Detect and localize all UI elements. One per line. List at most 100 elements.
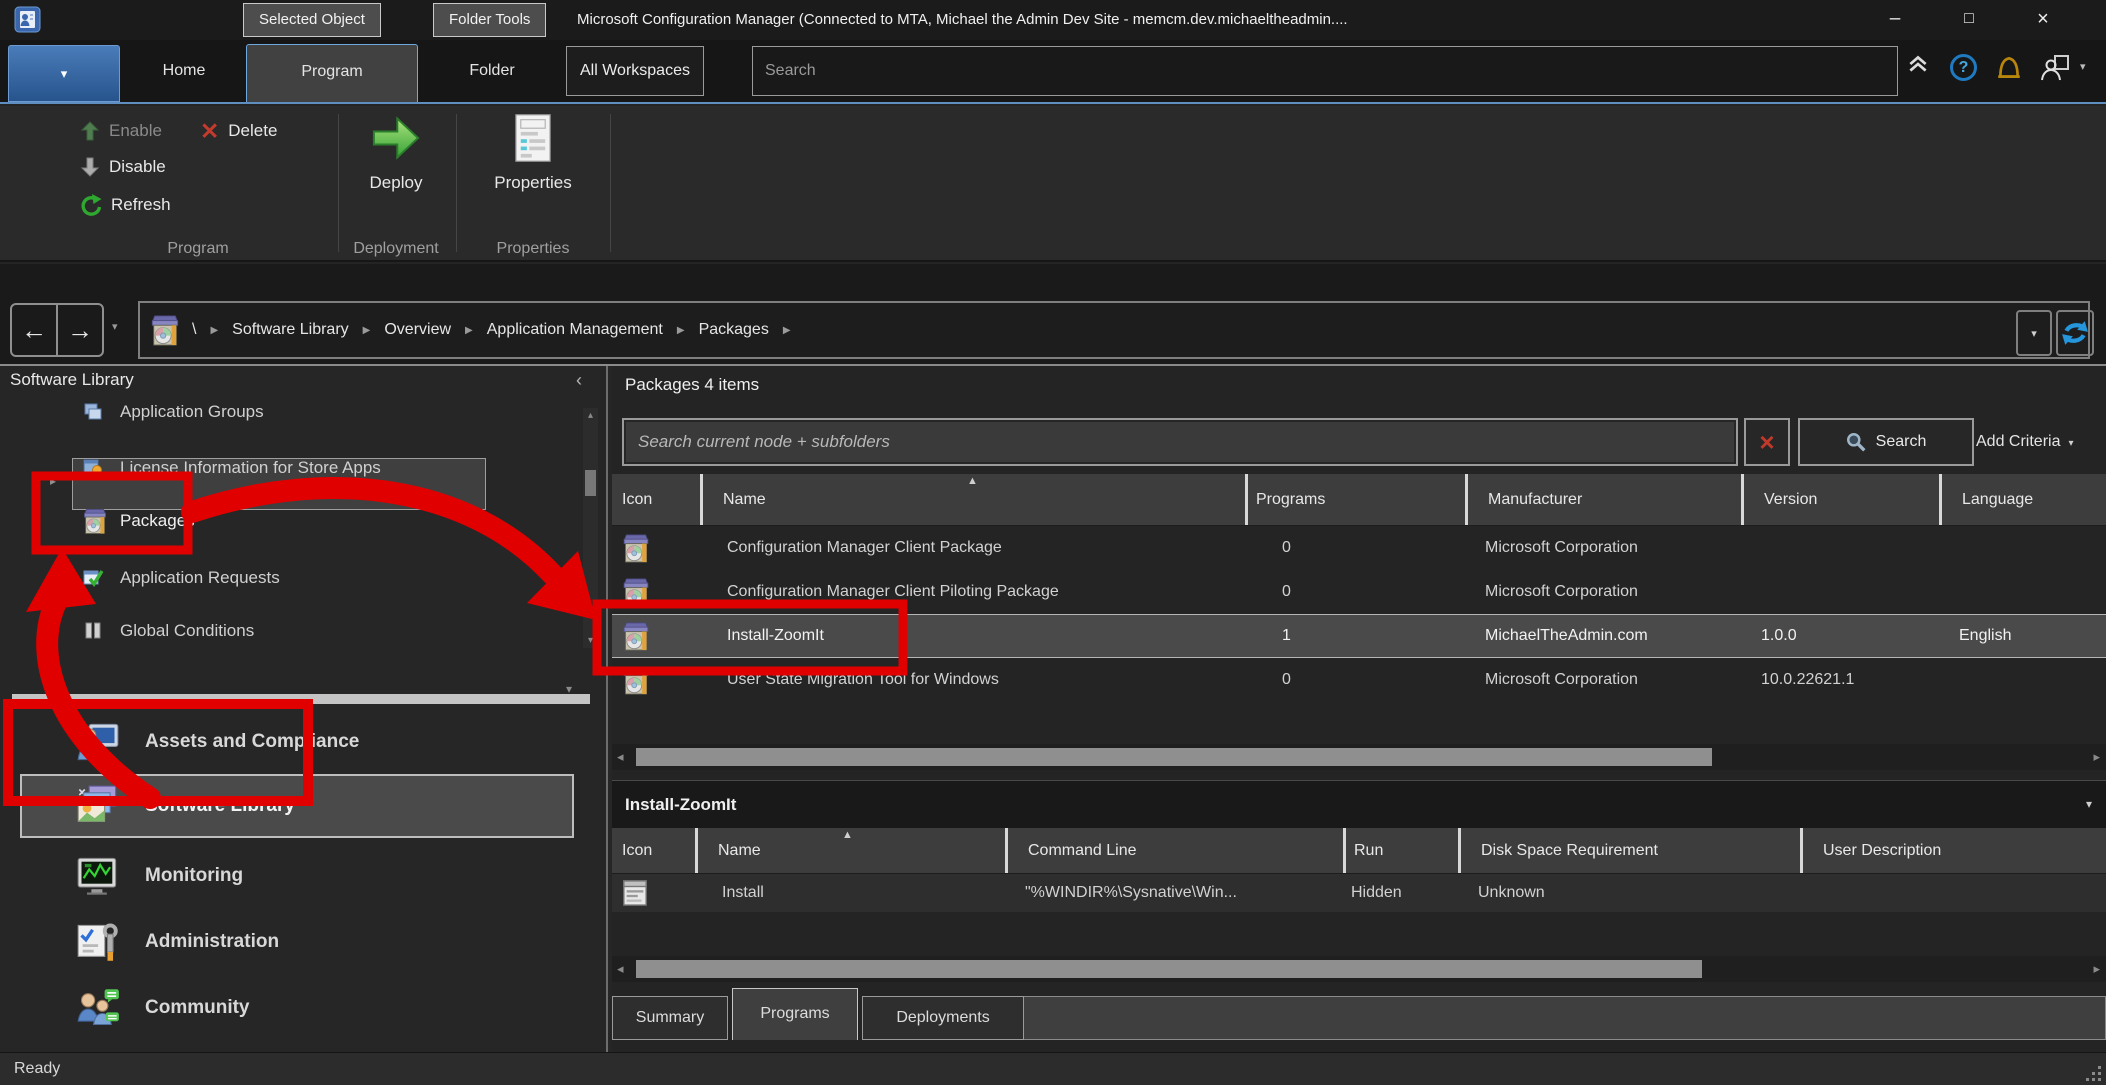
tab-program[interactable]: Program bbox=[246, 44, 418, 102]
package-icon bbox=[82, 507, 108, 535]
close-button[interactable]: × bbox=[2014, 0, 2072, 40]
scroll-up-icon[interactable]: ▴ bbox=[583, 410, 598, 421]
sidebar-panel-title: Software Library bbox=[10, 370, 134, 390]
table-row-selected[interactable]: Install-ZoomIt 1 MichaelTheAdmin.com 1.0… bbox=[612, 614, 2106, 658]
column-header-language[interactable]: Language bbox=[1939, 474, 2106, 525]
tree-item-application-requests[interactable]: Application Requests bbox=[0, 554, 580, 601]
scroll-right-icon[interactable]: ▸ bbox=[2093, 744, 2100, 770]
tree-item-application-groups[interactable]: Application Groups bbox=[0, 402, 580, 435]
red-x-icon: ✕ bbox=[200, 120, 219, 142]
refresh-button[interactable]: Refresh bbox=[78, 190, 171, 220]
sort-ascending-icon[interactable]: ▲ bbox=[967, 475, 978, 487]
column-header-run[interactable]: Run bbox=[1343, 828, 1458, 873]
scroll-left-icon[interactable]: ◂ bbox=[617, 956, 624, 982]
breadcrumb-separator-icon[interactable]: ▶ bbox=[363, 325, 371, 336]
app-menu-button[interactable]: ▾ bbox=[8, 45, 120, 102]
program-row[interactable]: Install "%WINDIR%\Sysnative\Win... Hidde… bbox=[612, 874, 2106, 912]
history-dropdown-icon[interactable]: ▾ bbox=[112, 320, 118, 333]
nav-item-community[interactable]: Community bbox=[0, 978, 600, 1038]
scrollbar-thumb[interactable] bbox=[636, 748, 1712, 766]
app-icon bbox=[14, 6, 41, 33]
refresh-node-button[interactable] bbox=[2056, 310, 2094, 356]
context-tab-selected-object[interactable]: Selected Object bbox=[243, 3, 381, 37]
scroll-down-icon[interactable]: ▾ bbox=[583, 635, 598, 646]
help-icon[interactable]: ? bbox=[1950, 54, 1977, 81]
scrollbar-thumb[interactable] bbox=[585, 470, 596, 496]
collapse-ribbon-icon[interactable] bbox=[1906, 54, 1930, 74]
ribbon-search-input[interactable] bbox=[752, 46, 1898, 96]
ribbon-separator bbox=[456, 114, 457, 252]
sidebar-splitter[interactable] bbox=[12, 694, 590, 704]
tab-home[interactable]: Home bbox=[128, 40, 240, 102]
add-criteria-button[interactable]: Add Criteria▾ bbox=[1976, 418, 2074, 466]
chevron-down-icon[interactable]: ▾ bbox=[2080, 60, 2086, 73]
minimize-button[interactable]: – bbox=[1866, 0, 1924, 40]
breadcrumb-separator-icon[interactable]: ▶ bbox=[465, 325, 473, 336]
tab-folder[interactable]: Folder bbox=[424, 40, 560, 102]
feedback-person-icon[interactable] bbox=[2040, 54, 2070, 82]
nav-overflow-down-icon[interactable]: ▾ bbox=[566, 682, 572, 696]
column-header-version[interactable]: Version bbox=[1741, 474, 1939, 525]
tree-item-global-conditions[interactable]: Global Conditions bbox=[0, 607, 580, 654]
column-header-manufacturer[interactable]: Manufacturer bbox=[1465, 474, 1741, 525]
all-workspaces-button[interactable]: All Workspaces bbox=[566, 46, 704, 96]
breadcrumb-software-library[interactable]: Software Library bbox=[232, 321, 349, 339]
breadcrumb-separator-icon[interactable]: ▶ bbox=[783, 325, 791, 336]
nav-item-administration[interactable]: Administration bbox=[0, 912, 600, 972]
collapse-panel-icon[interactable]: ‹ bbox=[576, 370, 582, 391]
table-row[interactable]: Configuration Manager Client Package 0 M… bbox=[612, 526, 2106, 570]
scroll-left-icon[interactable]: ◂ bbox=[617, 744, 624, 770]
sidebar: Software Library ‹ ▸ Application Groups bbox=[0, 366, 600, 1052]
tab-deployments[interactable]: Deployments bbox=[862, 996, 1024, 1040]
nav-item-monitoring[interactable]: Monitoring bbox=[0, 846, 600, 906]
horizontal-scrollbar[interactable]: ◂ ▸ bbox=[612, 744, 2106, 770]
breadcrumb-separator-icon[interactable]: ▶ bbox=[210, 325, 218, 336]
column-header-icon[interactable]: Icon bbox=[612, 828, 695, 873]
column-header-icon[interactable]: Icon bbox=[612, 474, 700, 525]
clear-search-button[interactable]: × bbox=[1744, 418, 1790, 466]
forward-button[interactable]: → bbox=[56, 305, 102, 355]
column-header-programs[interactable]: Programs bbox=[1245, 474, 1465, 525]
notification-bell-icon[interactable] bbox=[1996, 54, 2022, 82]
tab-programs[interactable]: Programs bbox=[732, 988, 858, 1040]
sort-ascending-icon[interactable]: ▲ bbox=[842, 829, 853, 841]
column-header-disk-space[interactable]: Disk Space Requirement bbox=[1458, 828, 1800, 873]
scrollbar-thumb[interactable] bbox=[636, 960, 1702, 978]
breadcrumb-packages[interactable]: Packages bbox=[699, 321, 769, 339]
column-header-command-line[interactable]: Command Line bbox=[1005, 828, 1343, 873]
tree-item-license-information[interactable]: License Information for Store Apps bbox=[0, 444, 580, 491]
search-button[interactable]: Search bbox=[1798, 418, 1974, 466]
disable-button[interactable]: Disable bbox=[80, 152, 166, 182]
scroll-right-icon[interactable]: ▸ bbox=[2093, 956, 2100, 982]
address-dropdown-button[interactable]: ▾ bbox=[2016, 310, 2052, 356]
breadcrumb-separator-icon[interactable]: ▶ bbox=[677, 325, 685, 336]
resize-grip[interactable] bbox=[2086, 1066, 2102, 1082]
breadcrumb-overview[interactable]: Overview bbox=[384, 321, 451, 339]
delete-button[interactable]: ✕ Delete bbox=[200, 116, 277, 146]
group-label-properties: Properties bbox=[458, 240, 608, 258]
back-button[interactable]: ← bbox=[12, 305, 56, 355]
node-search-input[interactable] bbox=[622, 418, 1738, 466]
horizontal-scrollbar[interactable]: ◂ ▸ bbox=[612, 956, 2106, 982]
ribbon-separator bbox=[338, 114, 339, 252]
assets-and-compliance-icon bbox=[76, 720, 120, 764]
package-table-header: Icon Name Programs Manufacturer Version … bbox=[612, 474, 2106, 526]
nav-item-software-library[interactable]: Software Library bbox=[0, 774, 600, 838]
column-header-user-description[interactable]: User Description bbox=[1800, 828, 2106, 873]
table-row[interactable]: Configuration Manager Client Piloting Pa… bbox=[612, 570, 2106, 614]
pane-splitter[interactable] bbox=[606, 366, 608, 1052]
breadcrumb-application-management[interactable]: Application Management bbox=[487, 321, 663, 339]
tree-item-packages[interactable]: Packages bbox=[0, 494, 580, 548]
tree-scrollbar[interactable]: ▴ ▾ bbox=[583, 408, 598, 648]
arrow-down-icon bbox=[80, 155, 100, 179]
breadcrumb-root[interactable]: \ bbox=[192, 321, 196, 339]
nav-item-assets-and-compliance[interactable]: Assets and Compliance bbox=[0, 712, 600, 772]
deploy-button[interactable]: Deploy bbox=[340, 112, 452, 193]
collapse-pane-icon[interactable]: ▾ bbox=[2086, 797, 2092, 811]
table-row[interactable]: User State Migration Tool for Windows 0 … bbox=[612, 658, 2106, 702]
enable-button[interactable]: Enable bbox=[80, 116, 162, 146]
tab-summary[interactable]: Summary bbox=[612, 996, 728, 1040]
maximize-button[interactable]: □ bbox=[1940, 0, 1998, 40]
properties-button[interactable]: Properties bbox=[458, 112, 608, 193]
context-tab-folder-tools[interactable]: Folder Tools bbox=[433, 3, 546, 37]
